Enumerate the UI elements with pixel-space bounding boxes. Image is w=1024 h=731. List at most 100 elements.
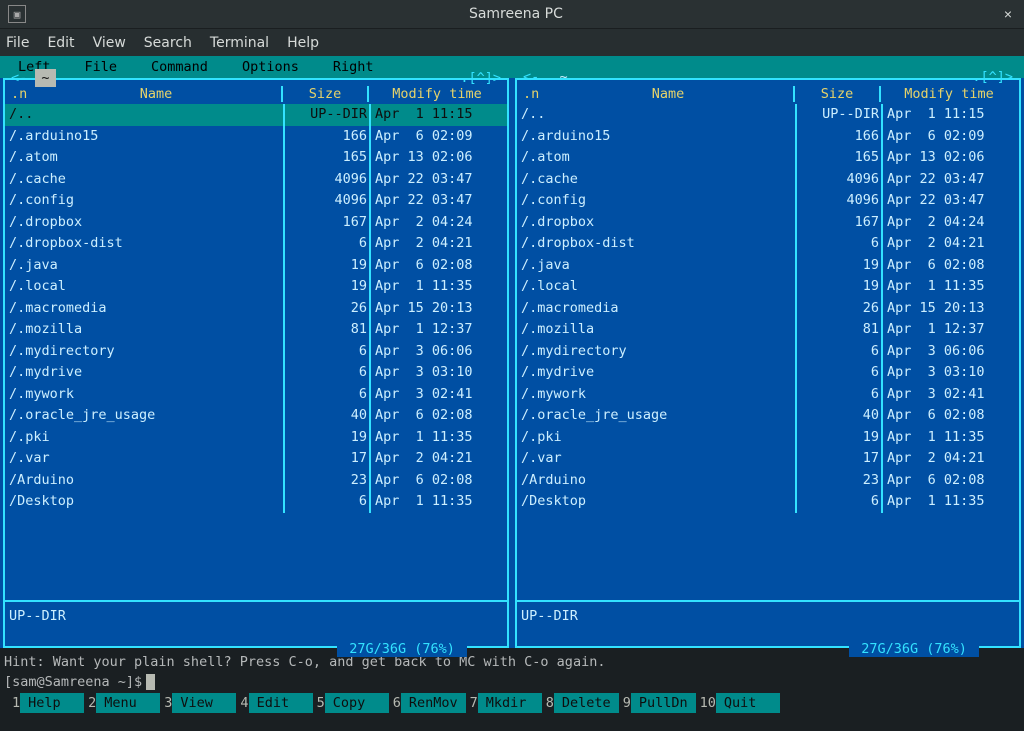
col-header-modify[interactable]: Modify time — [367, 86, 505, 102]
file-row[interactable]: /.dropbox167Apr 2 04:24 — [5, 212, 507, 234]
file-row[interactable]: /.oracle_jre_usage40Apr 6 02:08 — [517, 405, 1019, 427]
fnkey-menu[interactable]: 2Menu — [84, 693, 160, 713]
file-row[interactable]: /Desktop6Apr 1 11:35 — [5, 491, 507, 513]
cursor-icon — [146, 674, 155, 690]
file-name: /.pki — [5, 427, 283, 449]
fnkey-view[interactable]: 3View — [160, 693, 236, 713]
file-modify-time: Apr 22 03:47 — [881, 190, 1019, 212]
file-name: /.dropbox — [5, 212, 283, 234]
file-modify-time: Apr 13 02:06 — [881, 147, 1019, 169]
file-name: /.. — [517, 104, 795, 126]
file-row[interactable]: /.oracle_jre_usage40Apr 6 02:08 — [5, 405, 507, 427]
fnkey-label: Menu — [96, 693, 160, 713]
file-row[interactable]: /.mydrive6Apr 3 03:10 — [5, 362, 507, 384]
window-title: Samreena PC — [32, 6, 1000, 22]
close-icon[interactable]: × — [1000, 6, 1016, 22]
file-row[interactable]: /.mydirectory6Apr 3 06:06 — [517, 341, 1019, 363]
col-header-size[interactable]: Size — [281, 86, 367, 102]
file-size: 6 — [795, 491, 881, 513]
right-current-path[interactable]: ~ — [556, 69, 572, 85]
file-row[interactable]: /.arduino15166Apr 6 02:09 — [517, 126, 1019, 148]
file-size: 6 — [795, 341, 881, 363]
fnkey-edit[interactable]: 4Edit — [236, 693, 312, 713]
shell-prompt[interactable]: [sam@Samreena ~]$ — [4, 672, 1020, 692]
menu-search[interactable]: Search — [144, 35, 192, 51]
file-modify-time: Apr 1 11:35 — [881, 276, 1019, 298]
fnkey-copy[interactable]: 5Copy — [313, 693, 389, 713]
file-size: 17 — [795, 448, 881, 470]
file-row[interactable]: /.mydirectory6Apr 3 06:06 — [5, 341, 507, 363]
fnkey-number: 5 — [313, 695, 325, 711]
col-header-modify[interactable]: Modify time — [879, 86, 1017, 102]
file-modify-time: Apr 1 11:35 — [369, 427, 507, 449]
fnkey-mkdir[interactable]: 7Mkdir — [466, 693, 542, 713]
col-header-n[interactable]: .n — [7, 86, 31, 102]
fnkey-pulldn[interactable]: 9PullDn — [619, 693, 696, 713]
left-file-list[interactable]: /..UP--DIRApr 1 11:15/.arduino15166Apr 6… — [5, 104, 507, 600]
fnkey-delete[interactable]: 8Delete — [542, 693, 619, 713]
menu-file[interactable]: File — [6, 35, 29, 51]
file-name: /.cache — [5, 169, 283, 191]
file-row[interactable]: /.dropbox-dist6Apr 2 04:21 — [5, 233, 507, 255]
fnkey-renmov[interactable]: 6RenMov — [389, 693, 466, 713]
panels-wrapper: <- ~ .[^]> .n Name Size Modify time /..U… — [0, 78, 1024, 648]
file-row[interactable]: /.dropbox-dist6Apr 2 04:21 — [517, 233, 1019, 255]
fnkey-number: 2 — [84, 695, 96, 711]
file-modify-time: Apr 1 11:35 — [369, 491, 507, 513]
file-row[interactable]: /.mydrive6Apr 3 03:10 — [517, 362, 1019, 384]
file-row[interactable]: /.java19Apr 6 02:08 — [5, 255, 507, 277]
col-header-name[interactable]: Name — [543, 86, 793, 102]
left-panel[interactable]: <- ~ .[^]> .n Name Size Modify time /..U… — [0, 78, 512, 648]
file-size: 19 — [795, 276, 881, 298]
menu-edit[interactable]: Edit — [47, 35, 74, 51]
file-row[interactable]: /Arduino23Apr 6 02:08 — [517, 470, 1019, 492]
file-row[interactable]: /.var17Apr 2 04:21 — [5, 448, 507, 470]
file-name: /.java — [5, 255, 283, 277]
menu-help[interactable]: Help — [287, 35, 319, 51]
file-row[interactable]: /.config4096Apr 22 03:47 — [5, 190, 507, 212]
system-menu-icon[interactable]: ▣ — [8, 5, 26, 23]
left-sort-indicator[interactable]: .[^]> — [460, 70, 501, 86]
file-row[interactable]: /.arduino15166Apr 6 02:09 — [5, 126, 507, 148]
file-row[interactable]: /.mozilla81Apr 1 12:37 — [5, 319, 507, 341]
file-name: /.dropbox-dist — [5, 233, 283, 255]
col-header-size[interactable]: Size — [793, 86, 879, 102]
menu-terminal[interactable]: Terminal — [210, 35, 269, 51]
file-row[interactable]: /.java19Apr 6 02:08 — [517, 255, 1019, 277]
right-file-list[interactable]: /..UP--DIRApr 1 11:15/.arduino15166Apr 6… — [517, 104, 1019, 600]
col-header-n[interactable]: .n — [519, 86, 543, 102]
file-row[interactable]: /Desktop6Apr 1 11:35 — [517, 491, 1019, 513]
fnkey-quit[interactable]: 10Quit — [696, 693, 780, 713]
file-row[interactable]: /..UP--DIRApr 1 11:15 — [5, 104, 507, 126]
file-row[interactable]: /.pki19Apr 1 11:35 — [517, 427, 1019, 449]
file-row[interactable]: /.dropbox167Apr 2 04:24 — [517, 212, 1019, 234]
right-selection-info: UP--DIR — [521, 608, 578, 624]
fnkey-help[interactable]: 1Help — [8, 693, 84, 713]
file-modify-time: Apr 6 02:09 — [881, 126, 1019, 148]
file-row[interactable]: /.macromedia26Apr 15 20:13 — [5, 298, 507, 320]
file-modify-time: Apr 22 03:47 — [369, 190, 507, 212]
file-row[interactable]: /.mozilla81Apr 1 12:37 — [517, 319, 1019, 341]
file-row[interactable]: /.pki19Apr 1 11:35 — [5, 427, 507, 449]
file-size: 19 — [283, 276, 369, 298]
file-row[interactable]: /..UP--DIRApr 1 11:15 — [517, 104, 1019, 126]
file-row[interactable]: /.mywork6Apr 3 02:41 — [517, 384, 1019, 406]
file-row[interactable]: /.config4096Apr 22 03:47 — [517, 190, 1019, 212]
right-sort-indicator[interactable]: .[^]> — [972, 69, 1013, 85]
file-modify-time: Apr 22 03:47 — [369, 169, 507, 191]
menu-view[interactable]: View — [93, 35, 126, 51]
file-row[interactable]: /Arduino23Apr 6 02:08 — [5, 470, 507, 492]
file-row[interactable]: /.local19Apr 1 11:35 — [5, 276, 507, 298]
file-row[interactable]: /.cache4096Apr 22 03:47 — [5, 169, 507, 191]
right-panel[interactable]: <- ~ .[^]> .n Name Size Modify time /..U… — [512, 78, 1024, 648]
file-row[interactable]: /.local19Apr 1 11:35 — [517, 276, 1019, 298]
file-row[interactable]: /.mywork6Apr 3 02:41 — [5, 384, 507, 406]
left-current-path[interactable]: ~ — [35, 69, 55, 87]
file-row[interactable]: /.atom165Apr 13 02:06 — [517, 147, 1019, 169]
file-row[interactable]: /.cache4096Apr 22 03:47 — [517, 169, 1019, 191]
file-row[interactable]: /.macromedia26Apr 15 20:13 — [517, 298, 1019, 320]
file-row[interactable]: /.var17Apr 2 04:21 — [517, 448, 1019, 470]
file-row[interactable]: /.atom165Apr 13 02:06 — [5, 147, 507, 169]
file-size: 23 — [283, 470, 369, 492]
col-header-name[interactable]: Name — [31, 86, 281, 102]
